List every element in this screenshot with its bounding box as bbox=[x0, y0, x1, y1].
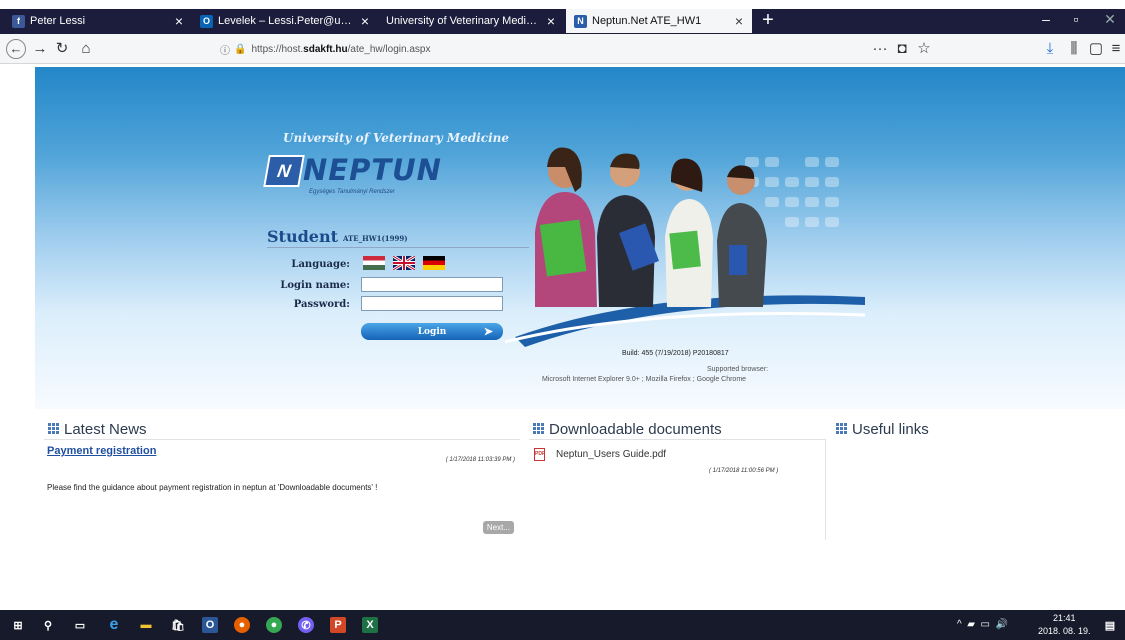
login-button[interactable]: Login ➤ bbox=[361, 323, 503, 340]
documents-box: PDF Neptun_Users Guide.pdf ( 1/17/2018 1… bbox=[529, 439, 826, 540]
downloadable-documents-title: Downloadable documents bbox=[533, 421, 722, 438]
tab-label: Levelek – Lessi.Peter@univet.h bbox=[218, 15, 354, 27]
task-view-icon[interactable]: ▭ bbox=[72, 617, 88, 633]
next-button[interactable]: Next... bbox=[482, 521, 514, 534]
address-bar[interactable]: ⓘ 🔒 https://host. sdakft.hu/ate_hw/login.… bbox=[220, 38, 920, 60]
login-button-label: Login bbox=[417, 326, 447, 337]
reload-button[interactable]: ↻ bbox=[52, 39, 72, 59]
news-item-title[interactable]: Payment registration bbox=[47, 445, 156, 457]
minimize-button[interactable]: – bbox=[1036, 12, 1056, 26]
grid-icon bbox=[836, 423, 847, 434]
news-box: Payment registration ( 1/17/2018 11:03:3… bbox=[44, 439, 520, 540]
useful-links-label: Useful links bbox=[852, 421, 929, 438]
login-name-label: Login name: bbox=[280, 280, 350, 291]
tab-university[interactable]: University of Veterinary Medicine B × bbox=[378, 9, 564, 33]
english-flag-icon[interactable] bbox=[392, 254, 416, 272]
tab-label: Peter Lessi bbox=[30, 15, 86, 27]
windows-taskbar: ⊞ ⚲ ▭ e ▬ 🛍 O ● ● ✆ P X ^ ▰ ▭ 🔊 21:41 20… bbox=[0, 610, 1125, 640]
windows-start-icon[interactable]: ⊞ bbox=[10, 617, 26, 633]
url-prefix: https://host. bbox=[251, 43, 304, 55]
maximize-button[interactable]: ▫ bbox=[1066, 12, 1086, 26]
neptun-logo-mark: N bbox=[263, 155, 305, 187]
latest-news-label: Latest News bbox=[64, 421, 147, 438]
neptun-icon: N bbox=[574, 14, 587, 28]
news-item-body: Please find the guidance about payment r… bbox=[47, 483, 378, 492]
page-actions-icon[interactable]: ··· bbox=[870, 39, 890, 59]
url-domain: sdakft.hu bbox=[303, 43, 348, 55]
close-tab-icon[interactable]: × bbox=[172, 13, 186, 29]
grid-icon bbox=[533, 423, 544, 434]
search-icon[interactable]: ⚲ bbox=[40, 617, 56, 633]
system-tray-icons[interactable]: ^ ▰ ▭ 🔊 bbox=[957, 619, 1008, 630]
bookmark-star-icon[interactable]: ☆ bbox=[914, 39, 934, 59]
tab-neptun-active[interactable]: N Neptun.Net ATE_HW1 × bbox=[566, 9, 752, 33]
document-link[interactable]: Neptun_Users Guide.pdf bbox=[556, 449, 666, 460]
downloadable-documents-label: Downloadable documents bbox=[549, 421, 722, 438]
role-code: ATE_HW1(1999) bbox=[343, 234, 408, 243]
useful-links-title: Useful links bbox=[836, 421, 929, 438]
edge-icon[interactable]: e bbox=[106, 616, 122, 633]
facebook-icon: f bbox=[12, 14, 25, 28]
store-icon[interactable]: 🛍 bbox=[170, 617, 186, 633]
password-input[interactable] bbox=[361, 296, 503, 311]
supported-browser-label: Supported browser: bbox=[707, 366, 769, 373]
firefox-icon[interactable]: ● bbox=[234, 617, 250, 633]
close-tab-icon[interactable]: × bbox=[544, 13, 558, 29]
arrow-right-icon: ➤ bbox=[483, 325, 493, 338]
german-flag-icon[interactable] bbox=[423, 256, 445, 270]
download-icon[interactable]: ⤓ bbox=[1040, 39, 1060, 59]
clock-date: 2018. 08. 19. bbox=[1038, 626, 1091, 636]
password-label: Password: bbox=[293, 299, 350, 310]
supported-browsers: Microsoft Internet Explorer 9.0+ ; Mozil… bbox=[542, 376, 747, 383]
lock-icon: 🔒 bbox=[234, 43, 247, 55]
language-label: Language: bbox=[291, 259, 350, 270]
news-item-date: ( 1/17/2018 11:03:39 PM ) bbox=[445, 457, 515, 463]
back-button[interactable]: ← bbox=[6, 39, 26, 59]
page-content: University of Veterinary Medicine N NEPT… bbox=[0, 64, 1125, 610]
divider bbox=[267, 247, 529, 248]
close-window-button[interactable]: ✕ bbox=[1100, 12, 1120, 26]
new-tab-button[interactable]: + bbox=[760, 10, 776, 30]
pdf-icon: PDF bbox=[534, 448, 545, 461]
clock-time: 21:41 bbox=[1053, 613, 1076, 623]
sidebar-icon[interactable]: ▢ bbox=[1086, 39, 1106, 59]
tab-label: University of Veterinary Medicine B bbox=[386, 15, 540, 27]
neptun-logo-text: NEPTUN bbox=[303, 153, 442, 187]
document-date: ( 1/17/2018 11:00:56 PM ) bbox=[709, 468, 779, 474]
outlook-icon: O bbox=[200, 14, 213, 28]
file-explorer-icon[interactable]: ▬ bbox=[138, 617, 154, 633]
chrome-icon[interactable]: ● bbox=[266, 617, 282, 633]
menu-icon[interactable]: ≡ bbox=[1106, 39, 1125, 59]
viber-icon[interactable]: ✆ bbox=[298, 617, 314, 633]
outlook-taskbar-icon[interactable]: O bbox=[202, 617, 218, 633]
clock[interactable]: 21:41 2018. 08. 19. bbox=[1038, 612, 1091, 638]
university-name: University of Veterinary Medicine bbox=[283, 131, 509, 145]
close-tab-icon[interactable]: × bbox=[358, 13, 372, 29]
pocket-icon[interactable]: ◘ bbox=[892, 39, 912, 59]
excel-icon[interactable]: X bbox=[362, 617, 378, 633]
grid-icon bbox=[48, 423, 59, 434]
role-title: Student bbox=[267, 227, 338, 246]
browser-tab-bar: f Peter Lessi × O Levelek – Lessi.Peter@… bbox=[0, 0, 1125, 34]
students-illustration bbox=[505, 147, 865, 347]
close-tab-icon[interactable]: × bbox=[732, 13, 746, 29]
tab-label: Neptun.Net ATE_HW1 bbox=[592, 15, 702, 27]
url-path: /ate_hw/login.aspx bbox=[347, 43, 431, 55]
library-icon[interactable]: ⫼ bbox=[1064, 39, 1084, 59]
notifications-icon[interactable]: ▤ bbox=[1102, 617, 1118, 633]
neptun-logo-subtitle: Egységes Tanulmányi Rendszer bbox=[309, 189, 395, 195]
login-name-input[interactable] bbox=[361, 277, 503, 292]
tab-facebook[interactable]: f Peter Lessi × bbox=[4, 9, 192, 33]
forward-button[interactable]: → bbox=[30, 39, 50, 59]
build-info: Build: 455 (7/19/2018) P20180817 bbox=[622, 350, 729, 357]
hungarian-flag-icon[interactable] bbox=[363, 256, 385, 270]
home-button[interactable]: ⌂ bbox=[76, 39, 96, 59]
latest-news-title: Latest News bbox=[48, 421, 147, 438]
navigation-bar: ← → ↻ ⌂ ⓘ 🔒 https://host. sdakft.hu/ate_h… bbox=[0, 34, 1125, 64]
tab-outlook[interactable]: O Levelek – Lessi.Peter@univet.h × bbox=[192, 9, 378, 33]
powerpoint-icon[interactable]: P bbox=[330, 617, 346, 633]
login-banner: University of Veterinary Medicine N NEPT… bbox=[35, 67, 1125, 409]
info-icon[interactable]: ⓘ bbox=[220, 42, 230, 57]
